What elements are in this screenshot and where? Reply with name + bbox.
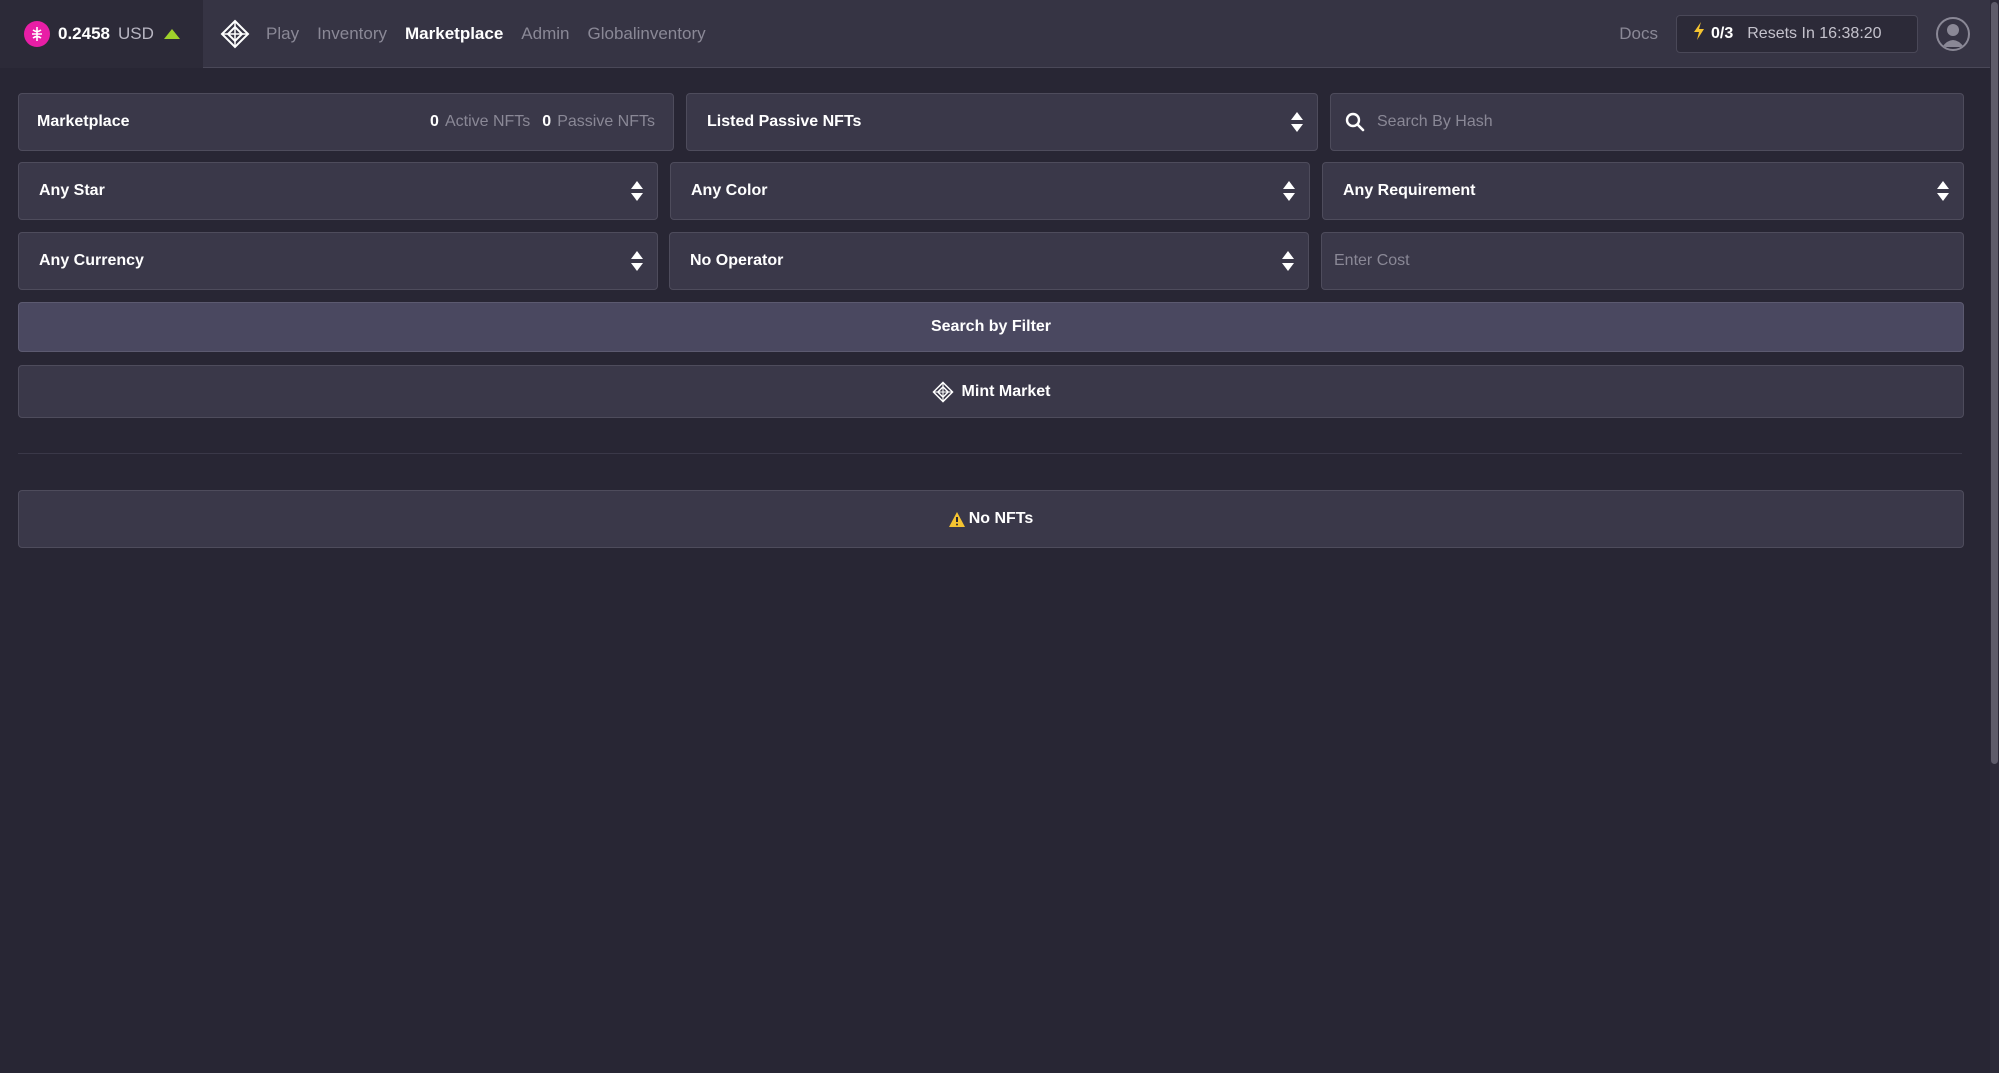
select-arrows-icon (1282, 251, 1294, 271)
marketplace-title: Marketplace (37, 113, 130, 130)
mint-market-button[interactable]: Mint Market (18, 365, 1964, 418)
logo-icon[interactable] (220, 19, 250, 49)
select-arrows-icon (1283, 181, 1295, 201)
empty-state: No NFTs (18, 490, 1964, 548)
cost-placeholder: Enter Cost (1334, 252, 1410, 269)
section-divider (18, 453, 1962, 454)
color-value: Any Color (691, 182, 768, 199)
resets-timer: Resets In 16:38:20 (1747, 24, 1882, 42)
docs-link[interactable]: Docs (1619, 24, 1658, 44)
active-label: Active NFTs (444, 113, 531, 130)
color-select[interactable]: Any Color (670, 162, 1310, 220)
cost-input[interactable]: Enter Cost (1321, 232, 1964, 290)
search-placeholder: Search By Hash (1377, 113, 1493, 130)
operator-value: No Operator (690, 252, 784, 269)
empty-state-label: No NFTs (968, 510, 1034, 527)
top-right-controls: Docs 0/3 Resets In 16:38:20 (1619, 0, 1990, 68)
select-arrows-icon (631, 251, 643, 271)
passive-count: 0 (542, 113, 552, 130)
search-by-filter-button[interactable]: Search by Filter (18, 302, 1964, 352)
currency-value: Any Currency (39, 252, 144, 269)
requirement-value: Any Requirement (1343, 182, 1476, 199)
token-price-widget[interactable]: 0.2458 USD (0, 0, 203, 68)
search-icon (1331, 112, 1365, 132)
marketplace-summary: Marketplace 0 Active NFTs 0 Passive NFTs (18, 93, 674, 151)
passive-label: Passive NFTs (557, 113, 655, 130)
scrollbar[interactable] (1990, 0, 1999, 1073)
scrollbar-thumb[interactable] (1991, 2, 1998, 764)
warning-icon (948, 511, 965, 527)
listing-type-value: Listed Passive NFTs (707, 113, 862, 130)
nav-marketplace[interactable]: Marketplace (405, 24, 503, 44)
operator-select[interactable]: No Operator (669, 232, 1309, 290)
mint-market-label: Mint Market (961, 382, 1051, 400)
price-value: 0.2458 (58, 23, 110, 43)
price-up-icon (163, 28, 180, 39)
main-nav: Play Inventory Marketplace Admin Globali… (266, 24, 706, 44)
nav-globalinventory[interactable]: Globalinventory (587, 24, 705, 44)
energy-count: 0/3 (1711, 24, 1734, 42)
select-arrows-icon (1291, 112, 1303, 132)
top-navigation-bar: 0.2458 USD Play Inventory Marketplace Ad… (0, 0, 1990, 68)
active-count: 0 (430, 113, 439, 130)
nav-admin[interactable]: Admin (521, 24, 569, 44)
search-hash-input[interactable]: Search By Hash (1330, 93, 1964, 151)
lightning-icon (1693, 22, 1705, 45)
coin-icon (24, 20, 50, 47)
search-by-filter-label: Search by Filter (930, 318, 1052, 335)
nav-play[interactable]: Play (266, 24, 299, 44)
requirement-select[interactable]: Any Requirement (1322, 162, 1964, 220)
select-arrows-icon (1937, 181, 1949, 201)
select-arrows-icon (631, 181, 643, 201)
star-select[interactable]: Any Star (18, 162, 658, 220)
price-unit: USD (118, 23, 154, 43)
currency-select[interactable]: Any Currency (18, 232, 658, 290)
avatar-icon[interactable] (1936, 16, 1970, 51)
listing-type-select[interactable]: Listed Passive NFTs (686, 93, 1318, 151)
energy-widget[interactable]: 0/3 Resets In 16:38:20 (1676, 14, 1918, 53)
mint-logo-icon (931, 380, 954, 403)
star-value: Any Star (39, 182, 105, 199)
nav-inventory[interactable]: Inventory (317, 24, 387, 44)
